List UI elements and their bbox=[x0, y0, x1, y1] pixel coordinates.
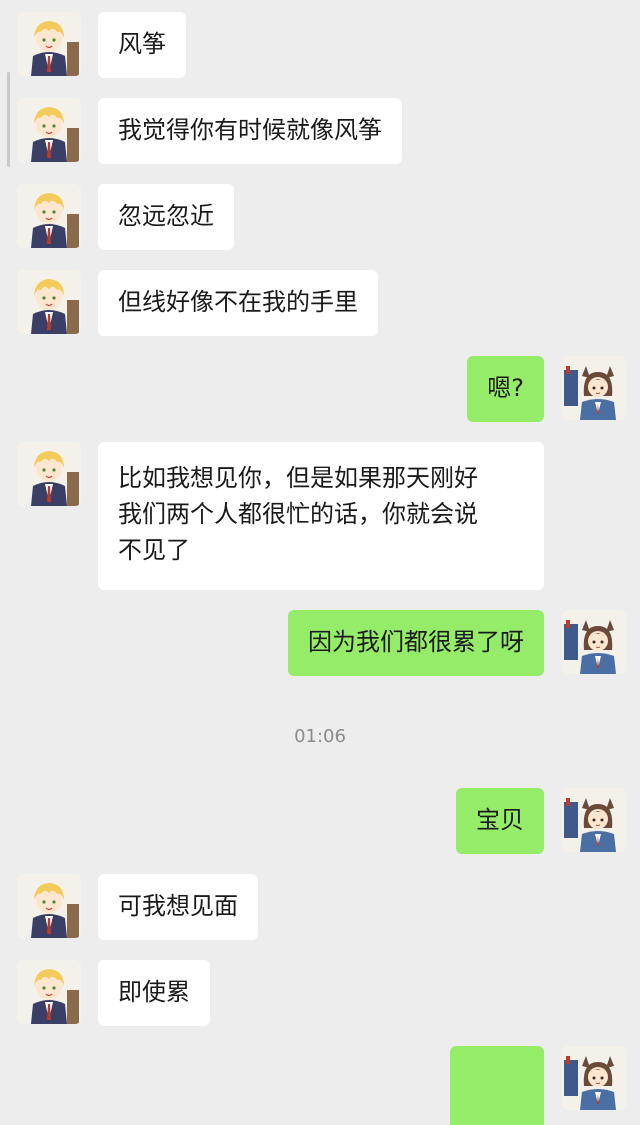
message-row: 宝贝 bbox=[0, 788, 640, 858]
cat-ear-girl-avatar[interactable] bbox=[562, 356, 626, 420]
message-row: 忽远忽近 bbox=[0, 184, 640, 254]
message-row: 但线好像不在我的手里 bbox=[0, 270, 640, 340]
incoming-message-bubble[interactable]: 比如我想见你，但是如果那天刚好 我们两个人都很忙的话，你就会说 不见了 bbox=[98, 442, 544, 590]
message-line: 我们两个人都很忙的话，你就会说 bbox=[118, 500, 478, 528]
message-row: 嗯? bbox=[0, 356, 640, 426]
message-row: 可我想见面 bbox=[0, 874, 640, 944]
incoming-message-bubble[interactable]: 但线好像不在我的手里 bbox=[98, 270, 378, 336]
incoming-message-bubble[interactable]: 可我想见面 bbox=[98, 874, 258, 940]
blond-boy-avatar[interactable] bbox=[17, 442, 81, 506]
message-row: 风筝 bbox=[0, 12, 640, 82]
blond-boy-avatar[interactable] bbox=[17, 874, 81, 938]
cat-ear-girl-avatar[interactable] bbox=[562, 788, 626, 852]
message-row bbox=[0, 1046, 640, 1125]
blond-boy-avatar[interactable] bbox=[17, 960, 81, 1024]
message-row: 因为我们都很累了呀 bbox=[0, 610, 640, 680]
blond-boy-avatar[interactable] bbox=[17, 184, 81, 248]
message-timestamp: 01:06 bbox=[294, 726, 346, 747]
message-row: 我觉得你有时候就像风筝 bbox=[0, 98, 640, 168]
message-line: 比如我想见你，但是如果那天刚好 bbox=[118, 464, 478, 492]
blond-boy-avatar[interactable] bbox=[17, 270, 81, 334]
blond-boy-avatar[interactable] bbox=[17, 12, 81, 76]
incoming-message-bubble[interactable]: 我觉得你有时候就像风筝 bbox=[98, 98, 402, 164]
message-row: 即使累 bbox=[0, 960, 640, 1030]
cat-ear-girl-avatar[interactable] bbox=[562, 1046, 626, 1110]
message-line: 不见了 bbox=[118, 536, 190, 564]
incoming-message-bubble[interactable]: 即使累 bbox=[98, 960, 210, 1026]
outgoing-message-bubble[interactable] bbox=[450, 1046, 544, 1125]
message-row: 比如我想见你，但是如果那天刚好 我们两个人都很忙的话，你就会说 不见了 bbox=[0, 442, 640, 592]
incoming-message-bubble[interactable]: 忽远忽近 bbox=[98, 184, 234, 250]
cat-ear-girl-avatar[interactable] bbox=[562, 610, 626, 674]
outgoing-message-bubble[interactable]: 宝贝 bbox=[456, 788, 544, 854]
outgoing-message-bubble[interactable]: 因为我们都很累了呀 bbox=[288, 610, 544, 676]
incoming-message-bubble[interactable]: 风筝 bbox=[98, 12, 186, 78]
outgoing-message-bubble[interactable]: 嗯? bbox=[467, 356, 544, 422]
blond-boy-avatar[interactable] bbox=[17, 98, 81, 162]
